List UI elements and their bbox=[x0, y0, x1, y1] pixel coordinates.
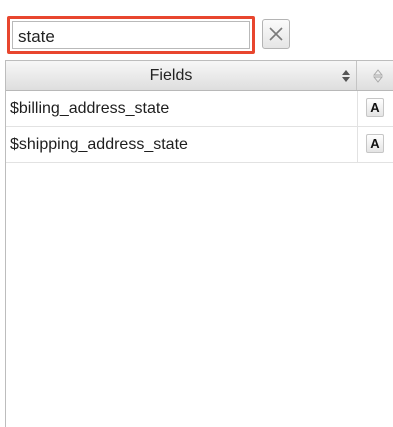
fields-column-header[interactable]: Fields bbox=[6, 61, 357, 90]
fields-column-label: Fields bbox=[149, 67, 193, 84]
search-input[interactable] bbox=[12, 21, 250, 49]
sort-icon[interactable] bbox=[341, 69, 351, 83]
text-type-icon: A bbox=[366, 98, 384, 117]
field-name: $shipping_address_state bbox=[10, 136, 188, 153]
type-cell: A bbox=[357, 91, 393, 126]
text-type-icon: A bbox=[366, 134, 384, 153]
clear-search-button[interactable] bbox=[262, 19, 290, 49]
sort-icon[interactable] bbox=[373, 69, 383, 83]
table-row[interactable]: $billing_address_state A bbox=[6, 91, 393, 127]
type-cell: A bbox=[357, 127, 393, 162]
table-row[interactable]: $shipping_address_state A bbox=[6, 127, 393, 163]
fields-panel: Fields $billing_address_state A $shippin… bbox=[5, 60, 393, 427]
type-column-header[interactable] bbox=[357, 61, 393, 90]
field-name: $billing_address_state bbox=[10, 100, 170, 117]
close-icon bbox=[269, 27, 283, 41]
table-header: Fields bbox=[6, 61, 393, 91]
search-highlight bbox=[7, 16, 255, 54]
